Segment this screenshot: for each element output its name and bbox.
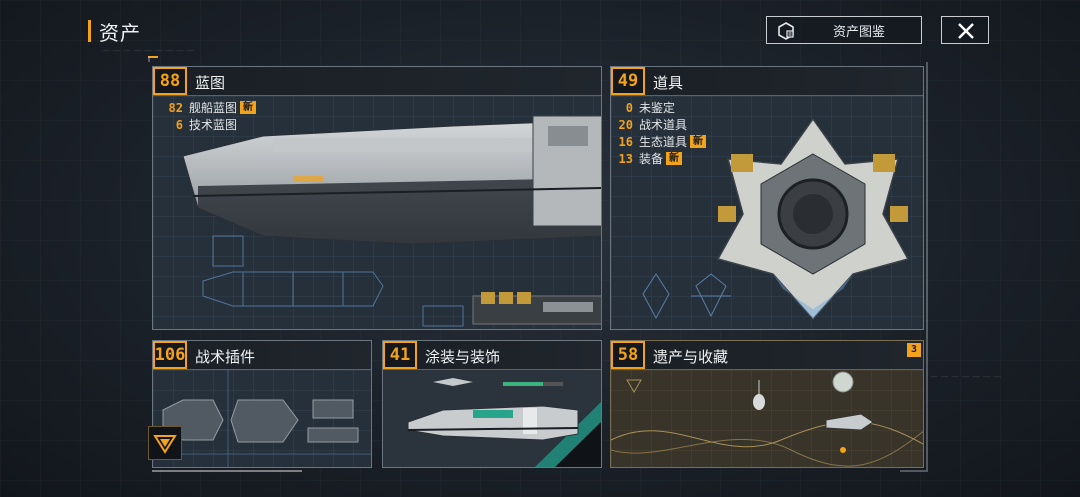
archive-box-icon <box>777 22 795 44</box>
card-legacy-collection[interactable]: 58 遗产与收藏 3 <box>610 340 924 468</box>
faction-emblem-button[interactable] <box>148 426 182 460</box>
sub-item-count: 20 <box>618 117 633 132</box>
asset-codex-label: 资产图鉴 <box>833 24 886 40</box>
sub-item-label: 生态道具 <box>639 135 688 149</box>
sub-item-count: 13 <box>618 151 633 166</box>
sub-item-equipment[interactable]: 13 装备 新 <box>611 150 706 167</box>
sub-item-eco[interactable]: 16 生态道具 新 <box>611 133 707 150</box>
page-title-group: 资产 <box>88 18 141 45</box>
background-hint-text: — — — — — — — <box>930 372 1002 381</box>
asset-codex-button[interactable]: 资产图鉴 <box>766 16 922 44</box>
card-title: 道具 <box>653 74 684 92</box>
new-badge: 新 <box>690 135 707 148</box>
notification-badge: 3 <box>907 343 921 357</box>
sub-item-count: 82 <box>168 100 183 115</box>
sub-item-label: 未鉴定 <box>639 101 676 115</box>
sub-item-count: 16 <box>618 134 633 149</box>
plugin-schematic-image <box>153 370 371 467</box>
sub-item-ship-blueprint[interactable]: 82 舰船蓝图 新 <box>161 99 257 116</box>
card-header: 88 蓝图 <box>153 67 601 96</box>
card-paint-decoration[interactable]: 41 涂装与装饰 <box>382 340 602 468</box>
blueprint-count: 88 <box>153 67 187 95</box>
frame-corner <box>900 470 928 472</box>
sub-item-tech-blueprint[interactable]: 6 技术蓝图 <box>161 116 256 133</box>
scroll-indicator <box>152 470 302 472</box>
card-body <box>383 370 601 467</box>
card-header: 49 道具 <box>611 67 923 96</box>
items-count: 49 <box>611 67 645 95</box>
paint-count: 41 <box>383 341 417 369</box>
card-title: 蓝图 <box>195 74 226 92</box>
close-button[interactable] <box>941 16 989 44</box>
sub-item-count: 0 <box>625 100 633 115</box>
title-accent-bar <box>88 20 91 42</box>
plugins-count: 106 <box>153 341 187 369</box>
frame-corner <box>148 56 150 62</box>
card-title: 战术插件 <box>195 348 256 366</box>
card-header: 58 遗产与收藏 3 <box>611 341 923 370</box>
turret-set <box>472 292 601 325</box>
sub-item-count: 6 <box>175 117 183 132</box>
blueprint-sub-list: 82 舰船蓝图 新 6 技术蓝图 <box>161 99 257 133</box>
new-badge: 新 <box>240 101 257 114</box>
sub-item-label: 技术蓝图 <box>189 118 238 132</box>
background-hint-text: — — — — — — — — — <box>102 46 195 55</box>
sub-item-unidentified[interactable]: 0 未鉴定 <box>611 99 706 116</box>
card-title: 涂装与装饰 <box>425 348 501 366</box>
card-items[interactable]: 49 道具 0 未鉴定 20 战术道具 16 生态道具 新 13 装备 新 <box>610 66 924 330</box>
painted-ship-image <box>407 378 601 467</box>
card-blueprints[interactable]: 88 蓝图 82 舰船蓝图 新 6 技术蓝图 <box>152 66 602 330</box>
items-sub-list: 0 未鉴定 20 战术道具 16 生态道具 新 13 装备 新 <box>611 99 707 167</box>
sub-item-label: 舰船蓝图 <box>189 101 238 115</box>
card-header: 106 战术插件 <box>153 341 371 370</box>
sub-item-tactical[interactable]: 20 战术道具 <box>611 116 706 133</box>
card-tactical-plugins[interactable]: 106 战术插件 <box>152 340 372 468</box>
card-header: 41 涂装与装饰 <box>383 341 601 370</box>
card-body <box>153 370 371 467</box>
page-title: 资产 <box>99 20 141 45</box>
triangle-emblem-icon <box>153 435 177 454</box>
card-title: 遗产与收藏 <box>653 348 729 366</box>
card-body <box>611 370 923 467</box>
sub-item-label: 装备 <box>639 152 664 166</box>
legacy-count: 58 <box>611 341 645 369</box>
sub-item-label: 战术道具 <box>639 118 688 132</box>
legacy-artifact-image <box>611 371 923 467</box>
new-badge: 新 <box>666 152 683 165</box>
close-icon <box>958 23 974 39</box>
frame-edge <box>926 62 928 470</box>
